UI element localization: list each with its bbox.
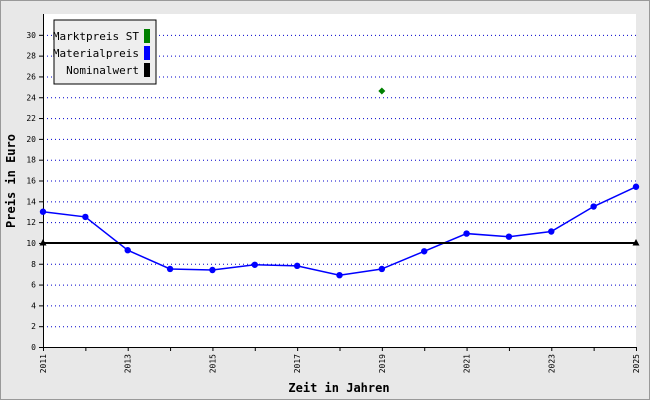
y-tick-label: 24: [26, 93, 36, 102]
x-tick-label: 2019: [378, 354, 387, 373]
x-tick-labels: 2011 2013 2015 2017 2019 2021 2023 2025: [39, 354, 641, 373]
y-tick-label: 26: [26, 72, 36, 81]
y-tick-label: 0: [31, 343, 36, 352]
legend-label: Marktpreis ST: [53, 30, 139, 43]
data-point: [336, 271, 343, 279]
x-tick-label: 2011: [39, 354, 48, 373]
y-tick-label: 6: [31, 281, 36, 290]
x-axis-title: Zeit in Jahren: [288, 381, 389, 395]
data-point: [378, 265, 386, 273]
data-point: [548, 228, 555, 235]
data-point: [166, 265, 174, 273]
legend-swatch: [144, 29, 150, 43]
y-axis-title: Preis in Euro: [4, 134, 18, 228]
data-point: [209, 266, 216, 274]
data-point: [124, 247, 131, 254]
x-tick-label: 2015: [208, 354, 217, 373]
data-point: [421, 248, 428, 255]
y-tick-label: 14: [26, 197, 36, 206]
x-tick-label: 2023: [547, 354, 556, 373]
y-tick-label: 18: [26, 156, 36, 165]
data-point: [463, 230, 470, 237]
legend: Marktpreis ST Materialpreis Nominalwert: [53, 19, 157, 85]
legend-label: Nominalwert: [66, 64, 139, 77]
data-point: [39, 208, 47, 215]
y-tick-label: 22: [26, 114, 36, 123]
x-tick-label: 2013: [124, 354, 133, 373]
y-tick-labels: 024681012141618202224262830: [26, 31, 36, 352]
data-point: [632, 183, 640, 190]
chart: 024681012141618202224262830 2011 2013 2015…: [4, 14, 641, 395]
data-point: [293, 262, 301, 270]
y-tick-label: 8: [31, 260, 36, 269]
x-tick-label: 2017: [293, 354, 302, 373]
y-tick-label: 4: [31, 301, 36, 310]
legend-swatch: [144, 63, 150, 77]
legend-label: Materialpreis: [53, 47, 139, 60]
data-point: [505, 233, 513, 240]
y-tick-label: 30: [26, 31, 36, 40]
y-tick-label: 20: [26, 135, 36, 144]
data-point: [590, 203, 597, 210]
data-point: [251, 261, 258, 268]
x-tick-label: 2021: [463, 354, 472, 373]
y-tick-label: 28: [26, 52, 36, 61]
y-tick-label: 10: [26, 239, 36, 248]
y-tick-label: 16: [26, 177, 36, 186]
x-tick-label: 2025: [632, 354, 641, 373]
data-point: [82, 213, 89, 221]
y-tick-label: 2: [31, 322, 36, 331]
legend-swatch: [144, 46, 150, 60]
y-tick-label: 12: [26, 218, 36, 227]
